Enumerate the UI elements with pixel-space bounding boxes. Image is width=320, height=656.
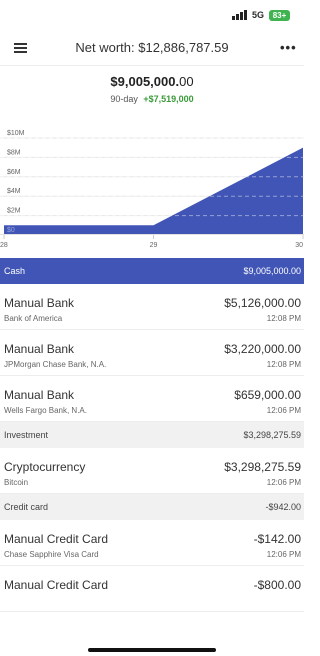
- change-value: +$7,519,000: [143, 94, 194, 104]
- section-amount: $3,298,275.59: [243, 430, 301, 440]
- total-cents: 00: [179, 74, 194, 89]
- account-institution: Bitcoin: [4, 478, 29, 487]
- account-name: Manual Credit Card: [4, 532, 109, 546]
- chart-area: [4, 147, 303, 235]
- section-investment[interactable]: Investment $3,298,275.59: [0, 422, 304, 448]
- battery-icon: 83+: [269, 10, 290, 21]
- summary: $9,005,000.00 90-day +$7,519,000: [0, 66, 304, 118]
- y-tick-label: $6M: [7, 169, 21, 176]
- y-tick-label: $8M: [7, 149, 21, 156]
- x-axis-line: [0, 234, 304, 235]
- period-row: 90-day +$7,519,000: [0, 94, 304, 104]
- more-options-icon[interactable]: •••: [280, 40, 297, 55]
- account-row[interactable]: Manual Credit Card Chase Sapphire Visa C…: [0, 520, 304, 566]
- x-tick-label: 28: [0, 242, 8, 249]
- section-label: Credit card: [4, 502, 49, 512]
- account-name: Manual Bank: [4, 388, 75, 402]
- y-tick-label: $0: [7, 227, 15, 234]
- status-bar: 5G 83+: [0, 0, 304, 30]
- signal-icon: [232, 10, 248, 20]
- account-balance: $3,298,275.59: [224, 460, 301, 474]
- account-balance: -$800.00: [253, 578, 301, 592]
- section-cash[interactable]: Cash $9,005,000.00: [0, 258, 304, 284]
- account-time: 12:06 PM: [266, 478, 301, 487]
- y-tick-label: $10M: [7, 130, 25, 137]
- account-balance: $3,220,000.00: [224, 342, 301, 356]
- section-amount: -$942.00: [265, 502, 301, 512]
- account-name: Manual Credit Card: [4, 578, 109, 592]
- network-label: 5G: [252, 10, 265, 20]
- account-name: Cryptocurrency: [4, 460, 86, 474]
- account-row[interactable]: Manual Bank Wells Fargo Bank, N.A. $659,…: [0, 376, 304, 422]
- account-row[interactable]: Manual Bank JPMorgan Chase Bank, N.A. $3…: [0, 330, 304, 376]
- y-tick-label: $2M: [7, 208, 21, 215]
- section-label: Cash: [4, 266, 26, 276]
- y-tick-label: $4M: [7, 188, 21, 195]
- account-balance: $5,126,000.00: [224, 296, 301, 310]
- section-credit-card[interactable]: Credit card -$942.00: [0, 494, 304, 520]
- x-tick-label: 29: [150, 242, 158, 249]
- account-row[interactable]: Cryptocurrency Bitcoin $3,298,275.59 12:…: [0, 448, 304, 494]
- total-value: $9,005,000.00: [0, 74, 304, 89]
- account-time: 12:06 PM: [266, 406, 301, 415]
- section-amount: $9,005,000.00: [243, 266, 301, 276]
- section-label: Investment: [4, 430, 49, 440]
- x-tick-label: 30: [295, 242, 303, 249]
- home-indicator[interactable]: [88, 648, 216, 652]
- account-time: 12:08 PM: [266, 360, 301, 369]
- account-institution: JPMorgan Chase Bank, N.A.: [4, 360, 107, 369]
- account-row[interactable]: Manual Bank Bank of America $5,126,000.0…: [0, 284, 304, 330]
- account-balance: $659,000.00: [234, 388, 301, 402]
- account-name: Manual Bank: [4, 296, 75, 310]
- total-main: $9,005,000.: [110, 74, 180, 89]
- account-row[interactable]: Manual Credit Card -$800.00: [0, 566, 304, 612]
- top-bar: Net worth: $12,886,787.59 •••: [0, 30, 304, 66]
- account-time: 12:06 PM: [266, 550, 301, 559]
- account-institution: Chase Sapphire Visa Card: [4, 550, 99, 559]
- account-balance: -$142.00: [253, 532, 301, 546]
- period-label[interactable]: 90-day: [110, 94, 138, 104]
- chart-svg: $0 $2M $4M $6M $8M $10M 28 29 30: [0, 130, 304, 249]
- account-time: 12:08 PM: [266, 314, 301, 323]
- account-name: Manual Bank: [4, 342, 75, 356]
- account-institution: Wells Fargo Bank, N.A.: [4, 406, 87, 415]
- chart[interactable]: $0 $2M $4M $6M $8M $10M 28 29 30: [0, 118, 304, 258]
- account-institution: Bank of America: [4, 314, 63, 323]
- page-title: Net worth: $12,886,787.59: [75, 40, 229, 55]
